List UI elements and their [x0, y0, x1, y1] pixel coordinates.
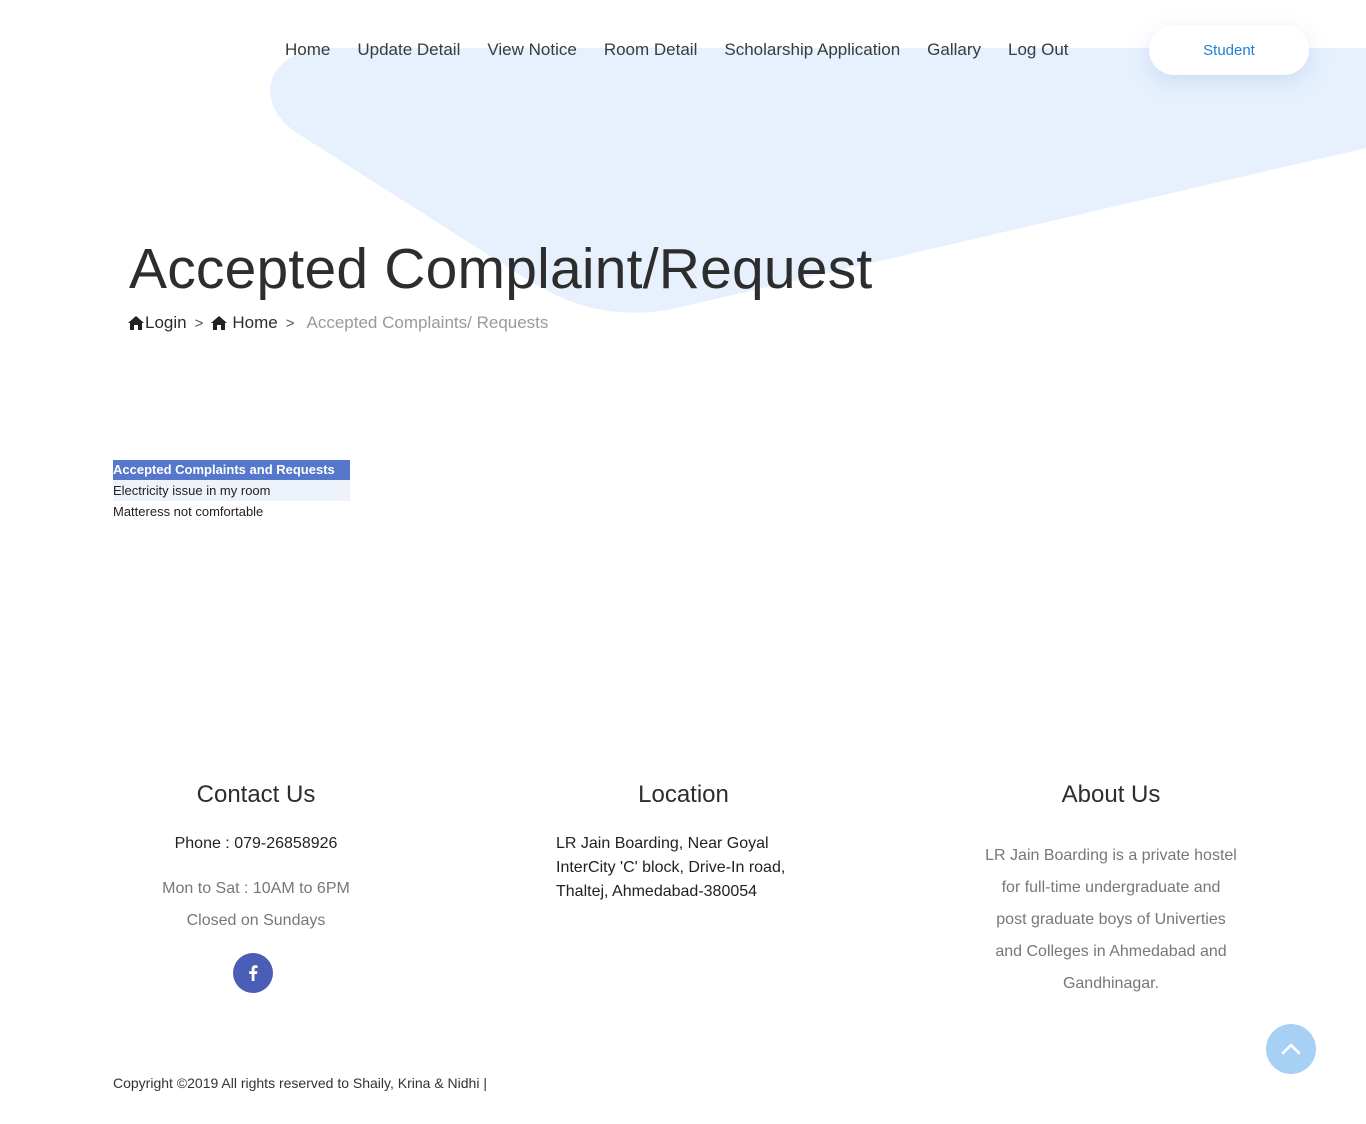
complaints-table-header: Accepted Complaints and Requests [113, 460, 350, 480]
nav-home[interactable]: Home [285, 36, 330, 64]
home-icon [128, 316, 144, 330]
about-text: LR Jain Boarding is a private hostel for… [985, 847, 1237, 992]
breadcrumb-home[interactable]: Home [211, 313, 278, 333]
student-button[interactable]: Student [1149, 25, 1309, 75]
nav-gallary[interactable]: Gallary [927, 36, 981, 64]
chevron-right-icon: > [194, 314, 204, 332]
table-row: Electricity issue in my room [113, 480, 350, 501]
facebook-icon [249, 965, 258, 981]
main-nav: Home Update Detail View Notice Room Deta… [271, 36, 1096, 64]
copyright: Copyright ©2019 All rights reserved to S… [113, 1075, 487, 1091]
breadcrumb-login[interactable]: Login [128, 313, 187, 333]
footer-contact: Contact Us Phone : 079-26858926 Mon to S… [130, 780, 382, 937]
about-title: About Us [1061, 781, 1161, 808]
nav-log-out[interactable]: Log Out [1008, 36, 1069, 64]
contact-hours: Mon to Sat : 10AM to 6PM [162, 880, 350, 897]
breadcrumb: Login > Home > Accepted Complaints/ Requ… [128, 313, 548, 333]
facebook-button[interactable] [233, 953, 273, 993]
page-title: Accepted Complaint/Request [129, 237, 873, 301]
breadcrumb-login-label: Login [145, 313, 187, 332]
nav-scholarship-application[interactable]: Scholarship Application [724, 36, 900, 64]
contact-closed: Closed on Sundays [186, 912, 326, 929]
location-address: LR Jain Boarding, Near Goyal InterCity '… [556, 835, 786, 900]
footer-location: Location [556, 780, 811, 810]
chevron-right-icon: > [285, 314, 295, 332]
nav-update-detail[interactable]: Update Detail [357, 36, 460, 64]
chevron-up-icon [1281, 1043, 1301, 1055]
breadcrumb-current: Accepted Complaints/ Requests [306, 313, 549, 332]
nav-room-detail[interactable]: Room Detail [604, 36, 698, 64]
table-row: Matteress not comfortable [113, 504, 264, 519]
home-icon [211, 316, 228, 330]
complaints-table: Accepted Complaints and Requests Electri… [113, 460, 350, 522]
nav-view-notice[interactable]: View Notice [487, 36, 576, 64]
contact-title: Contact Us [196, 781, 316, 808]
location-title: Location [638, 781, 729, 808]
footer-about: About Us LR Jain Boarding is a private h… [985, 780, 1237, 1000]
breadcrumb-home-label: Home [232, 313, 278, 332]
contact-hours-block: Mon to Sat : 10AM to 6PM Closed on Sunda… [130, 873, 382, 937]
scroll-to-top-button[interactable] [1266, 1024, 1316, 1074]
contact-phone: Phone : 079-26858926 [174, 835, 338, 852]
